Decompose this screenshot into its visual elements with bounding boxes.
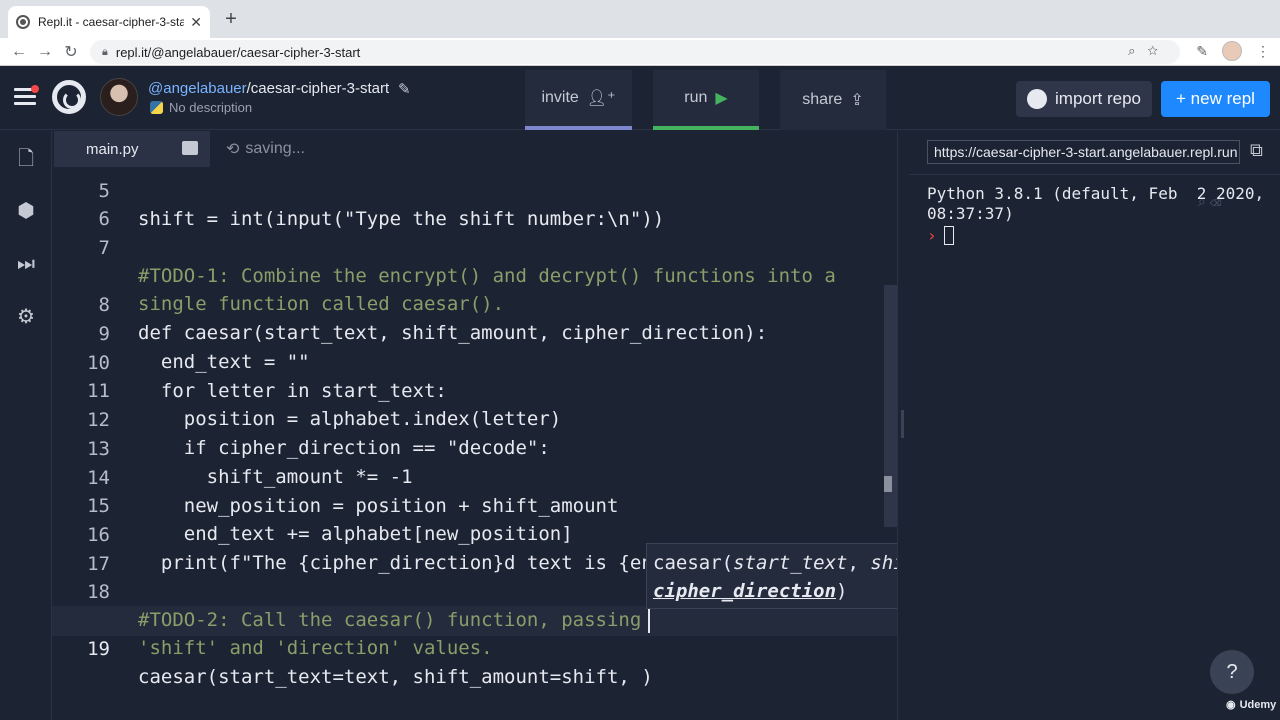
add-user-icon: 👤︎⁺	[586, 90, 616, 107]
file-tab-label: main.py	[86, 140, 139, 158]
save-status: ⟲ saving...	[226, 131, 305, 167]
repl-description: No description	[150, 100, 252, 115]
share-label: share	[802, 91, 843, 108]
tooltip-fn-name: caesar(	[653, 552, 734, 574]
repl-name: /caesar-cipher-3-start	[246, 80, 390, 97]
owner-link[interactable]: @angelabauer	[148, 80, 247, 97]
browser-tab-title: Repl.it - caesar-cipher-3-start	[38, 15, 185, 29]
description-text: No description	[169, 100, 253, 115]
code-line: 9 end_text = ""	[52, 292, 897, 373]
tooltip-active-param: cipher_direction	[653, 580, 837, 602]
address-bar-url: repl.it/@angelabauer/caesar-cipher-3-sta…	[115, 44, 361, 60]
share-icon: ⇪	[850, 92, 864, 109]
new-tab-button[interactable]: +	[220, 6, 242, 32]
code-line: 12 if cipher_direction == "decode":	[52, 378, 897, 459]
files-icon[interactable]: 🗋	[14, 147, 38, 171]
reload-icon[interactable]: ↻	[58, 42, 84, 62]
invite-label: invite	[541, 89, 579, 106]
code-comment: 'shift' and 'direction' values.	[138, 637, 493, 659]
packages-icon[interactable]: ⬢	[14, 199, 38, 223]
repl-url-field[interactable]: https://caesar-cipher-3-start.angelabaue…	[927, 140, 1240, 164]
tooltip-separator: ,	[847, 552, 871, 574]
open-in-new-tab-icon[interactable]: ⧉	[1250, 140, 1272, 162]
import-repo-label: import repo	[1055, 89, 1141, 108]
browser-toolbar: ← → ↻ 🔒︎ repl.it/@angelabauer/caesar-cip…	[0, 38, 1280, 66]
save-status-text: saving...	[245, 140, 305, 157]
code-line-current: 19 caesar(start_text=text, shift_amount=…	[52, 607, 897, 688]
run-button[interactable]: run ▶	[653, 70, 759, 130]
run-label: run	[684, 89, 708, 106]
tooltip-close-paren: )	[836, 580, 848, 602]
address-bar[interactable]: 🔒︎ repl.it/@angelabauer/caesar-cipher-3-…	[90, 40, 1180, 64]
close-tab-icon[interactable]: ✕	[190, 14, 202, 31]
console-cursor[interactable]	[944, 226, 954, 245]
line-number: 19	[87, 638, 110, 660]
back-icon[interactable]: ←	[6, 43, 32, 61]
edit-pencil-icon[interactable]: ✎	[398, 80, 411, 98]
code-line: 15 end_text += alphabet[new_position]	[52, 464, 897, 545]
forward-icon[interactable]: →	[32, 43, 58, 61]
code-line-wrapped: single function called caesar().	[52, 234, 897, 315]
code-line: 5 shift = int(input("Type the shift numb…	[52, 167, 897, 230]
browser-tab[interactable]: Repl.it - caesar-cipher-3-start ✕	[8, 6, 210, 38]
browser-extension-area: ✎ ⋮	[1196, 41, 1270, 61]
code-line: 8 def caesar(start_text, shift_amount, c…	[52, 263, 897, 344]
code-line: 6	[52, 177, 897, 230]
code-line: 7 #TODO-1: Combine the encrypt() and dec…	[52, 206, 897, 287]
udemy-watermark: ◉ Udemy	[1226, 698, 1277, 712]
code-line: 10 for letter in start_text:	[52, 321, 897, 402]
browser-menu-icon[interactable]: ⋮	[1256, 43, 1270, 60]
invite-button[interactable]: invite 👤︎⁺	[525, 70, 632, 130]
help-button[interactable]: ?	[1210, 650, 1254, 694]
code-text: caesar(start_text=text, shift_amount=shi…	[138, 666, 653, 688]
bookmark-star-icon[interactable]: ⌕☆	[1128, 43, 1170, 59]
new-repl-button[interactable]: + new repl	[1161, 81, 1270, 117]
lock-icon: 🔒︎	[102, 45, 108, 58]
divider-grip[interactable]	[901, 410, 904, 438]
settings-gear-icon[interactable]: ⚙	[14, 305, 38, 329]
extension-icon[interactable]: ✎	[1196, 43, 1208, 60]
replit-logo-icon[interactable]	[52, 80, 86, 114]
code-area[interactable]: 5 shift = int(input("Type the shift numb…	[52, 167, 897, 720]
debugger-icon[interactable]: ⏭	[14, 252, 38, 276]
profile-avatar[interactable]	[1222, 41, 1242, 61]
left-sidebar: 🗋 ⬢ ⏭ ⚙	[0, 131, 52, 720]
code-line: 13 shift_amount *= -1	[52, 407, 897, 488]
repl-title: @angelabauer/caesar-cipher-3-start	[148, 80, 389, 97]
code-line: 14 new_position = position + shift_amoun…	[52, 436, 897, 517]
code-line: 11 position = alphabet.index(letter)	[52, 349, 897, 430]
console-output: Python 3.8.1 (default, Feb 2 2020, 08:37…	[927, 184, 1265, 223]
udemy-logo-icon: ◉	[1226, 699, 1236, 711]
scrollbar-thumb[interactable]	[884, 476, 892, 492]
user-avatar[interactable]	[100, 78, 138, 116]
github-icon	[1027, 89, 1047, 109]
play-icon: ▶	[715, 90, 728, 107]
watermark-text: Udemy	[1239, 698, 1277, 711]
document-icon[interactable]	[182, 141, 198, 155]
code-line: 16 print(f"The {cipher_direction}d text …	[52, 493, 897, 574]
import-repo-button[interactable]: import repo	[1016, 81, 1152, 117]
replit-favicon-icon	[16, 15, 30, 29]
console-prompt: ›	[927, 226, 937, 245]
tooltip-param: start_text	[733, 552, 848, 574]
text-cursor	[648, 609, 650, 633]
notification-dot	[31, 85, 39, 93]
console-divider	[909, 174, 1280, 175]
python-icon	[150, 101, 163, 114]
history-icon: ⟲	[226, 141, 240, 158]
share-button[interactable]: share ⇪	[780, 70, 886, 130]
